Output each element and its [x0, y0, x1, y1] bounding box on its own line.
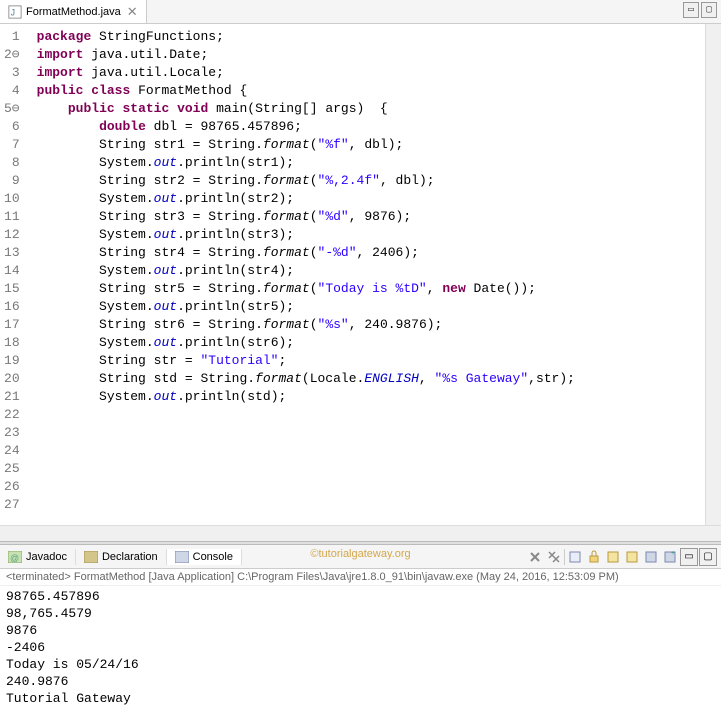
- maximize-button[interactable]: ▢: [701, 2, 717, 18]
- tab-label: Console: [193, 551, 233, 563]
- line-number: 14: [4, 262, 20, 280]
- code-line[interactable]: double dbl = 98765.457896;: [37, 118, 697, 136]
- line-number: 15: [4, 280, 20, 298]
- line-number: 7: [4, 136, 20, 154]
- tab-filename: FormatMethod.java: [26, 6, 121, 18]
- max-button[interactable]: ▢: [699, 548, 717, 566]
- code-line[interactable]: String str4 = String.format("-%d", 2406)…: [37, 244, 697, 262]
- line-number: 18: [4, 334, 20, 352]
- line-number: 22: [4, 406, 20, 424]
- line-number: 17: [4, 316, 20, 334]
- remove-all-icon[interactable]: [545, 548, 563, 566]
- tab-label: Declaration: [102, 551, 158, 563]
- line-number: 12: [4, 226, 20, 244]
- line-number: 23: [4, 424, 20, 442]
- code-line[interactable]: System.out.println(str6);: [37, 334, 697, 352]
- line-number: 16: [4, 298, 20, 316]
- svg-text:J: J: [11, 7, 15, 17]
- close-icon[interactable]: ✕: [127, 5, 138, 18]
- line-number: 24: [4, 442, 20, 460]
- code-line[interactable]: String str1 = String.format("%f", dbl);: [37, 136, 697, 154]
- console-icon: [175, 551, 189, 563]
- line-number-gutter: 1 2⊖ 3 4 5⊖ 6 7 8 9 10 11 12 13 14 15 16…: [0, 24, 29, 525]
- code-line[interactable]: public static void main(String[] args) {: [37, 100, 697, 118]
- line-number: 2⊖: [4, 46, 20, 64]
- line-number: 11: [4, 208, 20, 226]
- line-number: 4: [4, 82, 20, 100]
- code-line[interactable]: System.out.println(str4);: [37, 262, 697, 280]
- divider: [564, 549, 565, 565]
- bottom-panel-tabs: @ Javadoc Declaration Console ©tutorialg…: [0, 545, 721, 569]
- code-line[interactable]: String str2 = String.format("%,2.4f", db…: [37, 172, 697, 190]
- min-button[interactable]: ▭: [680, 548, 698, 566]
- line-number: 6: [4, 118, 20, 136]
- code-line[interactable]: import java.util.Locale;: [37, 64, 697, 82]
- svg-text:+: +: [671, 550, 675, 557]
- editor-tab[interactable]: J FormatMethod.java ✕: [0, 0, 147, 23]
- editor-tabbar: J FormatMethod.java ✕ ▭ ▢: [0, 0, 721, 24]
- code-line[interactable]: String str5 = String.format("Today is %t…: [37, 280, 697, 298]
- line-number: 1: [4, 28, 20, 46]
- console-launch-info: <terminated> FormatMethod [Java Applicat…: [0, 569, 721, 586]
- remove-launch-icon[interactable]: [526, 548, 544, 566]
- line-number: 3: [4, 64, 20, 82]
- line-number: 25: [4, 460, 20, 478]
- console-toolbar: + ▭ ▢: [526, 548, 717, 566]
- declaration-icon: [84, 551, 98, 563]
- code-line[interactable]: System.out.println(str2);: [37, 190, 697, 208]
- code-line[interactable]: System.out.println(str5);: [37, 298, 697, 316]
- tab-label: Javadoc: [26, 551, 67, 563]
- tab-javadoc[interactable]: @ Javadoc: [0, 549, 76, 565]
- code-line[interactable]: String str = "Tutorial";: [37, 352, 697, 370]
- code-editor[interactable]: 1 2⊖ 3 4 5⊖ 6 7 8 9 10 11 12 13 14 15 16…: [0, 24, 721, 525]
- display-selected-icon[interactable]: [642, 548, 660, 566]
- code-line[interactable]: System.out.println(str3);: [37, 226, 697, 244]
- horizontal-scrollbar[interactable]: [0, 525, 721, 541]
- tab-declaration[interactable]: Declaration: [76, 549, 167, 565]
- code-line[interactable]: package StringFunctions;: [37, 28, 697, 46]
- code-line[interactable]: import java.util.Date;: [37, 46, 697, 64]
- tab-console[interactable]: Console: [167, 549, 242, 565]
- pin-console-icon[interactable]: [623, 548, 641, 566]
- line-number: 13: [4, 244, 20, 262]
- code-line[interactable]: String str6 = String.format("%s", 240.98…: [37, 316, 697, 334]
- line-number: 20: [4, 370, 20, 388]
- line-number: 26: [4, 478, 20, 496]
- code-line[interactable]: String str3 = String.format("%d", 9876);: [37, 208, 697, 226]
- code-area[interactable]: package StringFunctions;import java.util…: [29, 24, 705, 525]
- line-number: 19: [4, 352, 20, 370]
- console-output[interactable]: 98765.457896 98,765.4579 9876 -2406 Toda…: [0, 586, 721, 709]
- watermark-text: ©tutorialgateway.org: [310, 548, 410, 560]
- line-number: 21: [4, 388, 20, 406]
- clear-console-icon[interactable]: [566, 548, 584, 566]
- line-number: 8: [4, 154, 20, 172]
- minimize-button[interactable]: ▭: [683, 2, 699, 18]
- javadoc-icon: @: [8, 551, 22, 563]
- line-number: 10: [4, 190, 20, 208]
- svg-text:@: @: [10, 553, 19, 563]
- line-number: 27: [4, 496, 20, 514]
- code-line[interactable]: System.out.println(str1);: [37, 154, 697, 172]
- word-wrap-icon[interactable]: [604, 548, 622, 566]
- code-line[interactable]: String std = String.format(Locale.ENGLIS…: [37, 370, 697, 388]
- open-console-icon[interactable]: +: [661, 548, 679, 566]
- scroll-lock-icon[interactable]: [585, 548, 603, 566]
- code-line[interactable]: System.out.println(std);: [37, 388, 697, 406]
- editor-window-controls: ▭ ▢: [683, 2, 717, 18]
- vertical-scrollbar[interactable]: [705, 24, 721, 525]
- line-number: 9: [4, 172, 20, 190]
- code-line[interactable]: public class FormatMethod {: [37, 82, 697, 100]
- java-file-icon: J: [8, 5, 22, 19]
- line-number: 5⊖: [4, 100, 20, 118]
